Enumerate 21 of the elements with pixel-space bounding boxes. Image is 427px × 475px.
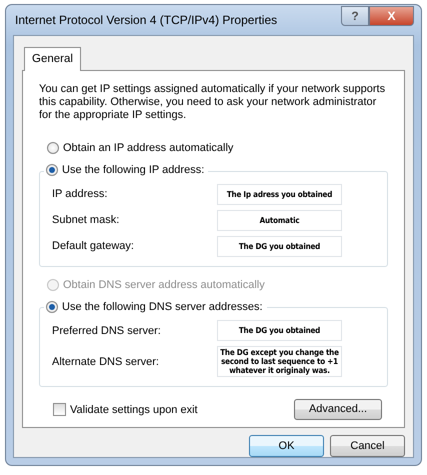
radio-label[interactable]: Use the following DNS server addresses: [62, 298, 263, 315]
field-label: IP address: [52, 187, 108, 202]
input-field[interactable]: The DG you obtained [217, 236, 342, 257]
input-field[interactable]: The DG except you change the second to last sequence to +1 whatever it originaly was. [217, 346, 342, 378]
input-field[interactable]: Automatic [217, 210, 342, 231]
radio-label[interactable]: Obtain an IP address automatically [63, 140, 234, 156]
input-field[interactable]: The DG you obtained [217, 320, 342, 342]
field-label: Subnet mask: [52, 213, 120, 228]
cancel-button[interactable]: Cancel [330, 435, 405, 457]
field-label: Alternate DNS server: [52, 354, 160, 370]
input-field[interactable]: The Ip adress you obtained [217, 184, 342, 205]
field-label: Preferred DNS server: [52, 324, 162, 338]
field-label: Default gateway: [52, 239, 135, 254]
checkbox-label[interactable]: Validate settings upon exit [70, 402, 198, 418]
radio-label[interactable]: Use the following IP address: [62, 162, 204, 178]
window-title: Internet Protocol Version 4 (TCP/IPv4) Properties [14, 12, 278, 29]
ok-button[interactable]: OK [249, 435, 324, 457]
intro-text: You can get IP settings assigned automatically if your network supports this capability. Otherwise, you need to ask your network administrator for the appropriate IP settings. [39, 83, 386, 122]
advanced-button[interactable]: Advanced... [294, 399, 382, 420]
tab[interactable]: General [24, 47, 81, 72]
help-button[interactable]: ? [341, 6, 369, 26]
